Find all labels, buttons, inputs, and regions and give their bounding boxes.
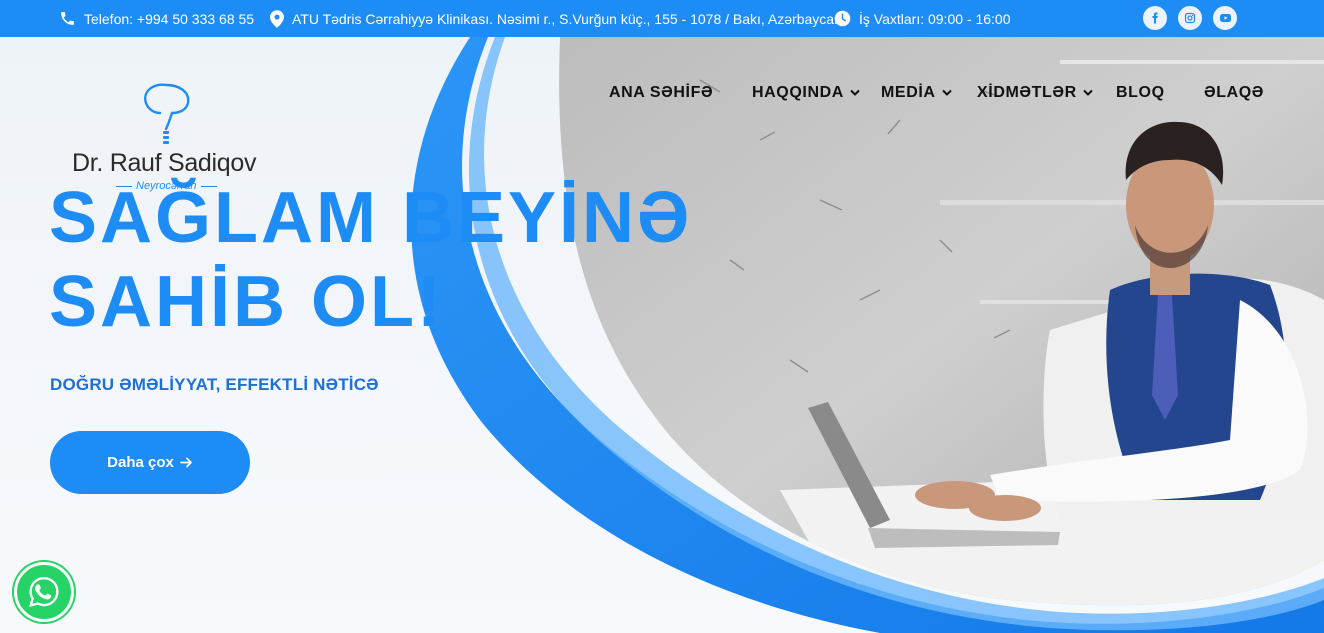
nav-item-home[interactable]: ANA SƏHİFƏ xyxy=(609,84,713,102)
nav-item-label: ƏLAQƏ xyxy=(1204,84,1265,101)
phone-icon xyxy=(61,12,74,25)
logo-name: Dr. Rauf Sadiqov xyxy=(72,149,257,177)
hero-section: Dr. Rauf Sadiqov Neyrocərrah ANA SƏHİFƏ … xyxy=(0,37,1324,633)
hours-text: İş Vaxtları: 09:00 - 16:00 xyxy=(859,10,1011,27)
headline-line-1: SAĞLAM BEYİNƏ xyxy=(49,178,693,258)
map-pin-icon xyxy=(270,9,284,28)
nav-item-label: MEDİA xyxy=(881,84,936,101)
nav-item-about[interactable]: HAQQINDA xyxy=(752,84,860,102)
youtube-icon[interactable] xyxy=(1213,6,1237,30)
more-button-label: Daha çox xyxy=(107,454,174,471)
clock-icon xyxy=(834,10,851,27)
whatsapp-icon xyxy=(29,577,59,608)
chevron-down-icon xyxy=(1083,89,1093,96)
more-button[interactable]: Daha çox xyxy=(50,431,250,494)
chevron-down-icon xyxy=(850,89,860,96)
phone-info[interactable]: Telefon: +994 50 333 68 55 xyxy=(59,10,254,27)
arrow-right-icon xyxy=(179,457,192,468)
nav-item-media[interactable]: MEDİA xyxy=(881,84,952,102)
address-info: ATU Tədris Cərrahiyyə Klinikası. Nəsimi … xyxy=(270,9,842,28)
nav-item-label: ANA SƏHİFƏ xyxy=(609,84,714,101)
top-info-bar: Telefon: +994 50 333 68 55 ATU Tədris Cə… xyxy=(0,0,1324,37)
whatsapp-button[interactable] xyxy=(14,562,74,622)
nav-item-label: HAQQINDA xyxy=(752,84,844,101)
chevron-down-icon xyxy=(941,89,952,96)
nav-item-contact[interactable]: ƏLAQƏ xyxy=(1204,84,1264,102)
facebook-icon[interactable] xyxy=(1143,6,1167,30)
social-links xyxy=(1143,6,1237,30)
hours-info: İş Vaxtları: 09:00 - 16:00 xyxy=(834,10,1011,27)
brain-logo-icon xyxy=(144,83,190,144)
nav-item-label: XİDMƏTLƏR xyxy=(977,84,1077,101)
hero-subheadline: DOĞRU ƏMƏLİYYAT, EFFEKTLİ NƏTİCƏ xyxy=(50,375,379,394)
headline-line-2: SAHİB OL! xyxy=(49,262,444,342)
phone-text: Telefon: +994 50 333 68 55 xyxy=(84,10,255,27)
address-text: ATU Tədris Cərrahiyyə Klinikası. Nəsimi … xyxy=(292,10,842,27)
nav-item-services[interactable]: XİDMƏTLƏR xyxy=(977,84,1093,102)
instagram-icon[interactable] xyxy=(1178,6,1202,30)
hero-headline: SAĞLAM BEYİNƏ SAHİB OL! xyxy=(49,176,692,344)
nav-item-label: BLOQ xyxy=(1116,84,1165,101)
nav-item-blog[interactable]: BLOQ xyxy=(1116,84,1165,102)
